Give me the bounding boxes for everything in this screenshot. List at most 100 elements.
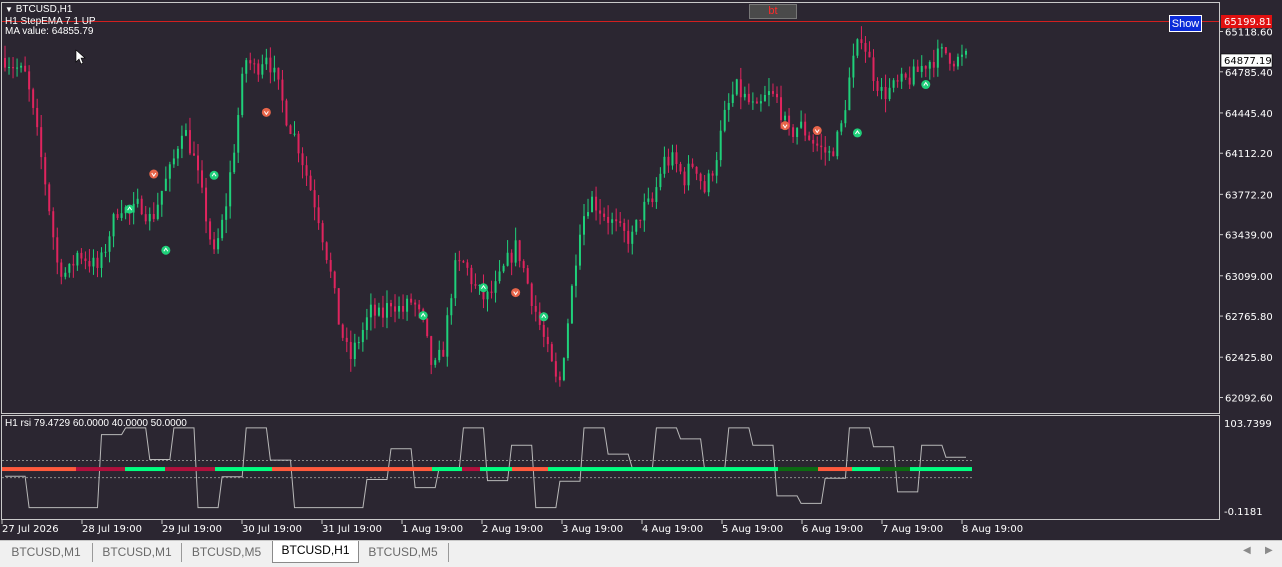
rsi-state-band — [852, 467, 880, 472]
candle-body — [72, 263, 75, 266]
candle-body — [554, 361, 557, 377]
candle-body — [836, 131, 839, 157]
candle-body — [261, 64, 264, 75]
candle-body — [341, 324, 344, 338]
symbol-header[interactable]: ▼ BTCUSD,H1 — [5, 5, 72, 15]
candle-body — [24, 65, 27, 72]
time-label: 6 Aug 19:00 — [802, 524, 863, 535]
candle-body — [514, 240, 517, 263]
bt-button[interactable]: bt — [749, 4, 797, 19]
candle-body — [796, 127, 799, 137]
candle-body — [675, 152, 678, 164]
candle-body — [434, 360, 437, 365]
scroll-right-icon[interactable]: ▶ — [1265, 545, 1273, 556]
time-label: 5 Aug 19:00 — [722, 524, 783, 535]
candle-body — [28, 71, 31, 90]
dropdown-triangle-icon[interactable]: ▼ — [5, 5, 13, 14]
candle-body — [390, 303, 392, 307]
candle-body — [474, 284, 477, 286]
candle-body — [76, 252, 79, 266]
tab-btcusd-h1[interactable]: BTCUSD,H1 — [272, 541, 359, 563]
rsi-state-band — [272, 467, 432, 472]
candle-body — [265, 57, 268, 65]
candle-body — [466, 262, 469, 268]
candle-body — [381, 307, 384, 318]
candle-body — [679, 163, 682, 172]
price-label: 62092.60 — [1225, 394, 1273, 405]
candle-body — [402, 305, 405, 312]
candle-body — [462, 261, 465, 263]
ma-value: MA value: 64855.79 — [5, 26, 94, 37]
buy-signal-icon — [161, 245, 171, 255]
candle-body — [948, 53, 951, 64]
candle-body — [385, 303, 388, 318]
scroll-left-icon[interactable]: ◀ — [1243, 545, 1251, 556]
candle-body — [486, 291, 489, 300]
tab-btcusd-m5-a[interactable]: BTCUSD,M5 — [182, 543, 271, 562]
candle-body — [530, 283, 533, 307]
candle-body — [607, 216, 610, 223]
candle-body — [180, 135, 183, 149]
candle-body — [176, 148, 179, 159]
candles-group — [4, 26, 967, 387]
candle-body — [603, 213, 606, 217]
candle-body — [357, 342, 360, 344]
candle-body — [731, 94, 734, 103]
chart-canvas[interactable]: 65118.60 64785.40 64445.40 64112.20 63772.20… — [0, 0, 1282, 540]
candle-body — [160, 190, 163, 205]
candle-body — [739, 79, 742, 98]
price-panel[interactable] — [1, 2, 1220, 414]
candle-body — [152, 213, 155, 219]
candle-body — [956, 56, 959, 67]
candle-body — [8, 67, 11, 69]
candle-body — [735, 79, 738, 95]
chart-window[interactable]: 65118.60 64785.40 64445.40 64112.20 63772.20… — [0, 0, 1282, 540]
time-axis: 27 Jul 2026 28 Jul 19:00 29 Jul 19:00 30 Ju… — [1, 520, 1023, 535]
candle-body — [446, 315, 449, 357]
candle-body — [44, 157, 47, 185]
price-label: 63099.00 — [1225, 272, 1273, 283]
candle-body — [659, 173, 662, 188]
candle-body — [755, 101, 758, 104]
candle-body — [900, 73, 903, 82]
candle-body — [108, 236, 111, 252]
time-label: 3 Aug 19:00 — [562, 524, 623, 535]
candle-body — [587, 212, 590, 217]
candle-body — [442, 349, 445, 357]
candle-body — [84, 258, 87, 262]
candle-body — [719, 130, 722, 161]
candle-body — [707, 173, 710, 193]
candle-body — [550, 344, 553, 362]
candle-body — [273, 67, 276, 73]
tab-btcusd-m1-b[interactable]: BTCUSD,M1 — [93, 543, 182, 562]
candle-body — [578, 234, 581, 266]
candle-body — [884, 86, 887, 100]
candle-body — [526, 268, 529, 284]
rsi-state-band — [778, 467, 790, 472]
candle-body — [615, 219, 618, 222]
candle-body — [510, 252, 513, 263]
candle-body — [683, 171, 686, 186]
candle-body — [892, 80, 895, 88]
candle-body — [611, 219, 614, 223]
candle-body — [80, 252, 83, 259]
candle-body — [591, 196, 594, 213]
candle-body — [671, 152, 674, 166]
candle-body — [229, 172, 232, 207]
candle-body — [763, 94, 766, 102]
candle-body — [522, 261, 525, 269]
candle-body — [197, 155, 199, 171]
candle-body — [767, 91, 770, 95]
candle-body — [438, 349, 441, 361]
price-label: 64785.40 — [1225, 68, 1273, 79]
candle-body — [566, 323, 569, 359]
tab-btcusd-m5-b[interactable]: BTCUSD,M5 — [358, 543, 449, 562]
tab-btcusd-m1-a[interactable]: BTCUSD,M1 — [0, 543, 93, 562]
red-line-price-label: 65199.81 — [1224, 17, 1272, 28]
candle-body — [812, 139, 815, 144]
candle-body — [345, 337, 348, 342]
price-label: 62765.80 — [1225, 312, 1273, 323]
candle-body — [627, 230, 630, 244]
candle-body — [804, 121, 807, 136]
show-button[interactable]: Show — [1169, 15, 1202, 32]
